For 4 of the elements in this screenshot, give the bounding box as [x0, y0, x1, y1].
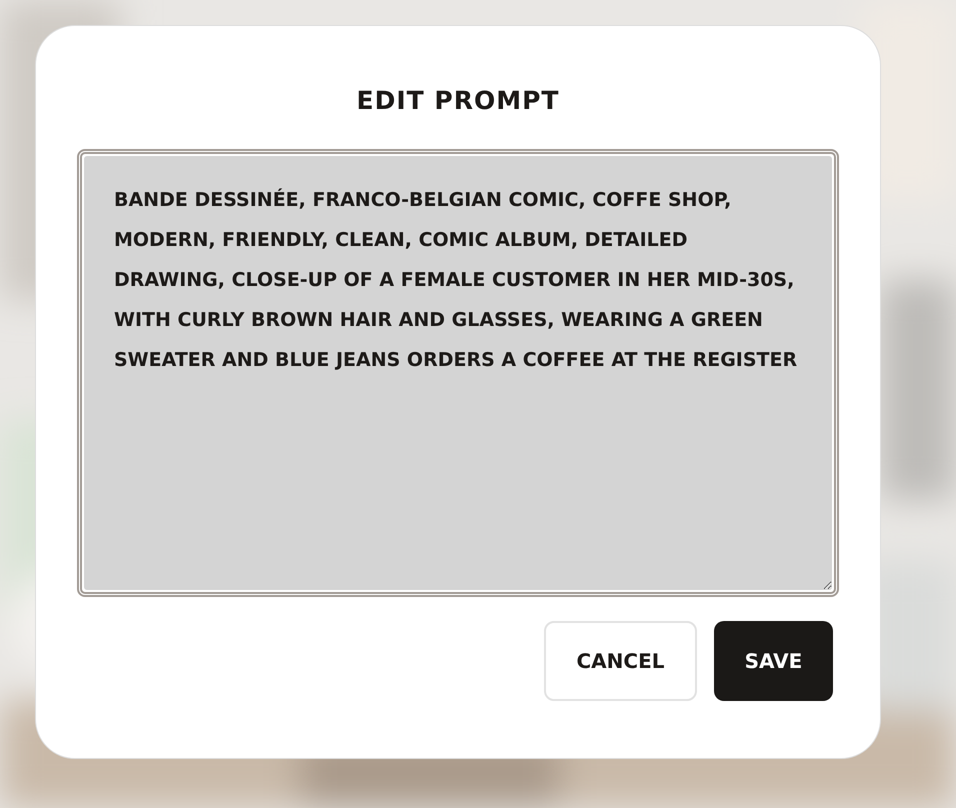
save-button[interactable]: SAVE: [714, 621, 833, 701]
prompt-field[interactable]: BANDE DESSINÉE, FRANCO-BELGIAN COMIC, COFFE SHOP, MODERN, FRIENDLY, CLEAN, COMIC ALBUM, DETAILED DRAWING, CLOSE-UP OF A FEMALE CUSTOMER IN HER MID-30S, WITH CURLY BROWN HAIR AND GLASSES, WEARING A GREEN SWEATER AND BLUE JEANS ORDERS A COFFEE AT THE REGISTER: [82, 154, 834, 592]
cancel-button[interactable]: CANCEL: [544, 621, 697, 701]
dialog-title: EDIT PROMPT: [356, 86, 560, 115]
